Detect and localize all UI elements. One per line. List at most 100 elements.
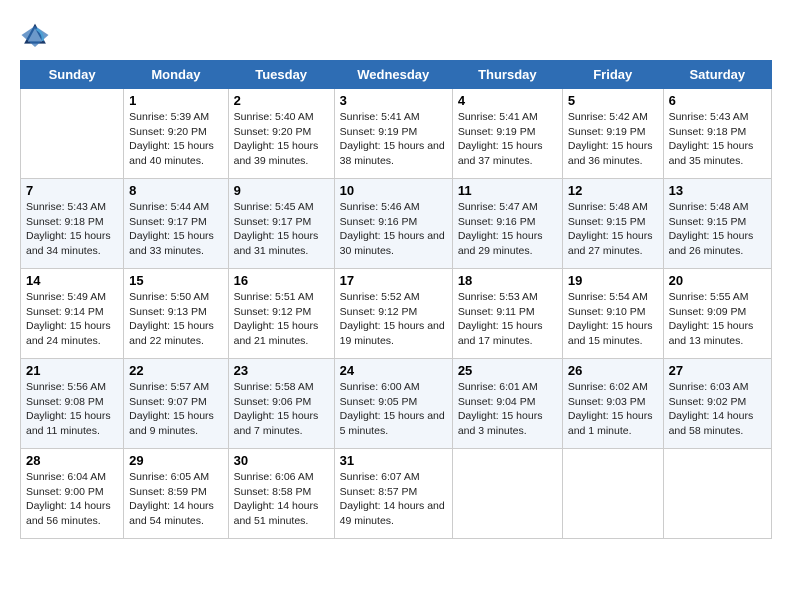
calendar-cell: 13Sunrise: 5:48 AMSunset: 9:15 PMDayligh…: [663, 179, 771, 269]
calendar-cell: 6 Sunrise: 5:43 AMSunset: 9:18 PMDaylight…: [663, 89, 771, 179]
cell-info: Sunrise: 6:02 AMSunset: 9:03 PMDaylight:…: [568, 381, 653, 437]
calendar-cell: 26 Sunrise: 6:02 AMSunset: 9:03 PMDayligh…: [562, 359, 663, 449]
week-row-5: 28 Sunrise: 6:04 AMSunset: 9:00 PMDayligh…: [21, 449, 772, 539]
logo-icon: [20, 20, 50, 50]
calendar-cell: 22 Sunrise: 5:57 AMSunset: 9:07 PMDayligh…: [124, 359, 228, 449]
cell-info: Sunrise: 6:06 AMSunset: 8:58 PMDaylight:…: [234, 471, 319, 527]
cell-info: Sunrise: 6:04 AMSunset: 9:00 PMDaylight:…: [26, 471, 111, 527]
date-number: 2: [234, 93, 329, 108]
calendar-cell: 27 Sunrise: 6:03 AMSunset: 9:02 PMDayligh…: [663, 359, 771, 449]
cell-info: Sunrise: 5:56 AMSunset: 9:08 PMDaylight:…: [26, 381, 111, 437]
calendar-cell: 15 Sunrise: 5:50 AMSunset: 9:13 PMDayligh…: [124, 269, 228, 359]
cell-info: Sunrise: 6:03 AMSunset: 9:02 PMDaylight:…: [669, 381, 754, 437]
date-number: 22: [129, 363, 222, 378]
calendar-cell: 14 Sunrise: 5:49 AMSunset: 9:14 PMDayligh…: [21, 269, 124, 359]
date-number: 26: [568, 363, 658, 378]
day-header-saturday: Saturday: [663, 61, 771, 89]
calendar-cell: 2 Sunrise: 5:40 AMSunset: 9:20 PMDaylight…: [228, 89, 334, 179]
calendar-cell: 20 Sunrise: 5:55 AMSunset: 9:09 PMDayligh…: [663, 269, 771, 359]
cell-info: Sunrise: 6:07 AMSunset: 8:57 PMDaylight:…: [340, 471, 445, 527]
calendar-cell: 11Sunrise: 5:47 AMSunset: 9:16 PMDayligh…: [452, 179, 562, 269]
date-number: 1: [129, 93, 222, 108]
cell-info: Sunrise: 5:58 AMSunset: 9:06 PMDaylight:…: [234, 381, 319, 437]
calendar-cell: 10 Sunrise: 5:46 AMSunset: 9:16 PMDayligh…: [334, 179, 452, 269]
date-number: 8: [129, 183, 222, 198]
date-number: 18: [458, 273, 557, 288]
cell-info: Sunrise: 5:41 AMSunset: 9:19 PMDaylight:…: [340, 111, 445, 167]
cell-info: Sunrise: 5:50 AMSunset: 9:13 PMDaylight:…: [129, 291, 214, 347]
cell-info: Sunrise: 6:01 AMSunset: 9:04 PMDaylight:…: [458, 381, 543, 437]
calendar-cell: 30Sunrise: 6:06 AMSunset: 8:58 PMDayligh…: [228, 449, 334, 539]
date-number: 12: [568, 183, 658, 198]
cell-info: Sunrise: 5:53 AMSunset: 9:11 PMDaylight:…: [458, 291, 543, 347]
calendar-cell: 7 Sunrise: 5:43 AMSunset: 9:18 PMDaylight…: [21, 179, 124, 269]
calendar-cell: 31 Sunrise: 6:07 AMSunset: 8:57 PMDayligh…: [334, 449, 452, 539]
week-row-2: 7 Sunrise: 5:43 AMSunset: 9:18 PMDaylight…: [21, 179, 772, 269]
day-header-thursday: Thursday: [452, 61, 562, 89]
cell-info: Sunrise: 5:49 AMSunset: 9:14 PMDaylight:…: [26, 291, 111, 347]
date-number: 10: [340, 183, 447, 198]
cell-info: Sunrise: 6:05 AMSunset: 8:59 PMDaylight:…: [129, 471, 214, 527]
header-row: SundayMondayTuesdayWednesdayThursdayFrid…: [21, 61, 772, 89]
day-header-sunday: Sunday: [21, 61, 124, 89]
date-number: 17: [340, 273, 447, 288]
logo: [20, 20, 54, 50]
date-number: 13: [669, 183, 766, 198]
cell-info: Sunrise: 5:41 AMSunset: 9:19 PMDaylight:…: [458, 111, 543, 167]
cell-info: Sunrise: 5:51 AMSunset: 9:12 PMDaylight:…: [234, 291, 319, 347]
day-header-monday: Monday: [124, 61, 228, 89]
calendar-cell: [452, 449, 562, 539]
calendar-cell: 9 Sunrise: 5:45 AMSunset: 9:17 PMDaylight…: [228, 179, 334, 269]
calendar-cell: 29 Sunrise: 6:05 AMSunset: 8:59 PMDayligh…: [124, 449, 228, 539]
cell-info: Sunrise: 5:52 AMSunset: 9:12 PMDaylight:…: [340, 291, 445, 347]
calendar-cell: [663, 449, 771, 539]
day-header-wednesday: Wednesday: [334, 61, 452, 89]
cell-info: Sunrise: 5:43 AMSunset: 9:18 PMDaylight:…: [669, 111, 754, 167]
day-header-friday: Friday: [562, 61, 663, 89]
calendar-cell: 24 Sunrise: 6:00 AMSunset: 9:05 PMDayligh…: [334, 359, 452, 449]
cell-info: Sunrise: 6:00 AMSunset: 9:05 PMDaylight:…: [340, 381, 445, 437]
cell-info: Sunrise: 5:47 AMSunset: 9:16 PMDaylight:…: [458, 201, 543, 257]
calendar-cell: 25 Sunrise: 6:01 AMSunset: 9:04 PMDayligh…: [452, 359, 562, 449]
cell-info: Sunrise: 5:42 AMSunset: 9:19 PMDaylight:…: [568, 111, 653, 167]
date-number: 5: [568, 93, 658, 108]
calendar-cell: 19Sunrise: 5:54 AMSunset: 9:10 PMDayligh…: [562, 269, 663, 359]
cell-info: Sunrise: 5:40 AMSunset: 9:20 PMDaylight:…: [234, 111, 319, 167]
date-number: 9: [234, 183, 329, 198]
date-number: 3: [340, 93, 447, 108]
cell-info: Sunrise: 5:43 AMSunset: 9:18 PMDaylight:…: [26, 201, 111, 257]
cell-info: Sunrise: 5:48 AMSunset: 9:15 PMDaylight:…: [568, 201, 653, 257]
cell-info: Sunrise: 5:39 AMSunset: 9:20 PMDaylight:…: [129, 111, 214, 167]
date-number: 14: [26, 273, 118, 288]
date-number: 21: [26, 363, 118, 378]
date-number: 4: [458, 93, 557, 108]
date-number: 29: [129, 453, 222, 468]
date-number: 15: [129, 273, 222, 288]
calendar-cell: 3 Sunrise: 5:41 AMSunset: 9:19 PMDaylight…: [334, 89, 452, 179]
page-header: [20, 20, 772, 50]
date-number: 31: [340, 453, 447, 468]
calendar-cell: 1 Sunrise: 5:39 AMSunset: 9:20 PMDaylight…: [124, 89, 228, 179]
cell-info: Sunrise: 5:55 AMSunset: 9:09 PMDaylight:…: [669, 291, 754, 347]
cell-info: Sunrise: 5:46 AMSunset: 9:16 PMDaylight:…: [340, 201, 445, 257]
cell-info: Sunrise: 5:45 AMSunset: 9:17 PMDaylight:…: [234, 201, 319, 257]
date-number: 23: [234, 363, 329, 378]
week-row-4: 21 Sunrise: 5:56 AMSunset: 9:08 PMDayligh…: [21, 359, 772, 449]
date-number: 7: [26, 183, 118, 198]
calendar-cell: 4 Sunrise: 5:41 AMSunset: 9:19 PMDaylight…: [452, 89, 562, 179]
date-number: 28: [26, 453, 118, 468]
calendar-cell: 23 Sunrise: 5:58 AMSunset: 9:06 PMDayligh…: [228, 359, 334, 449]
date-number: 6: [669, 93, 766, 108]
date-number: 25: [458, 363, 557, 378]
date-number: 20: [669, 273, 766, 288]
calendar-cell: 12 Sunrise: 5:48 AMSunset: 9:15 PMDayligh…: [562, 179, 663, 269]
calendar-cell: [562, 449, 663, 539]
date-number: 16: [234, 273, 329, 288]
cell-info: Sunrise: 5:44 AMSunset: 9:17 PMDaylight:…: [129, 201, 214, 257]
calendar-cell: 5 Sunrise: 5:42 AMSunset: 9:19 PMDaylight…: [562, 89, 663, 179]
date-number: 24: [340, 363, 447, 378]
week-row-3: 14 Sunrise: 5:49 AMSunset: 9:14 PMDayligh…: [21, 269, 772, 359]
date-number: 27: [669, 363, 766, 378]
cell-info: Sunrise: 5:54 AMSunset: 9:10 PMDaylight:…: [568, 291, 653, 347]
cell-info: Sunrise: 5:57 AMSunset: 9:07 PMDaylight:…: [129, 381, 214, 437]
